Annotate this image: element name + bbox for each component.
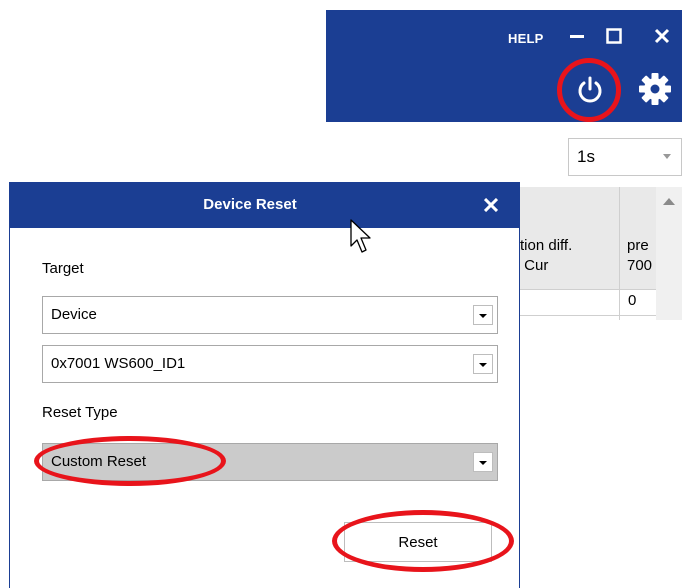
settings-button[interactable] [634,68,676,110]
target-select-value: Device [51,306,97,323]
highlight-circle-power [557,58,621,122]
highlight-circle-custom-reset [34,436,226,486]
mouse-cursor-icon [350,219,372,259]
device-select-value: 0x7001 WS600_ID1 [51,355,186,372]
device-reset-dialog: Device Reset Target Device 0x7001 WS600_… [9,182,520,588]
close-icon [654,28,670,44]
target-select[interactable]: Device [42,296,498,334]
vertical-scrollbar[interactable] [656,187,682,320]
reset-type-label: Reset Type [42,404,118,421]
close-icon [484,198,498,212]
refresh-interval-select[interactable]: 1s [568,138,682,176]
highlight-circle-reset-button [332,510,514,572]
chevron-down-icon[interactable] [473,305,493,325]
column-header-diff[interactable]: tion diff. Cur [520,236,572,276]
chevron-down-icon [663,154,671,159]
maximize-button[interactable] [600,22,628,50]
dialog-title: Device Reset [203,196,297,213]
table-cell: 0 [628,292,637,309]
scroll-up-icon[interactable] [663,198,675,205]
minimize-button[interactable] [563,22,591,50]
chevron-down-icon[interactable] [473,354,493,374]
column-header-pre[interactable]: pre 700 [627,236,652,276]
minimize-icon [570,35,584,38]
app-header [326,10,682,122]
dialog-title-bar[interactable]: Device Reset [10,182,519,228]
help-link[interactable]: HELP [508,31,543,46]
column-divider [619,187,620,320]
dialog-close-button[interactable] [478,192,504,218]
maximize-icon [606,28,622,44]
target-label: Target [42,260,84,277]
close-app-button[interactable] [648,22,676,50]
gear-icon [639,73,671,105]
chevron-down-icon[interactable] [473,452,493,472]
refresh-interval-value: 1s [577,147,595,166]
device-select[interactable]: 0x7001 WS600_ID1 [42,345,498,383]
